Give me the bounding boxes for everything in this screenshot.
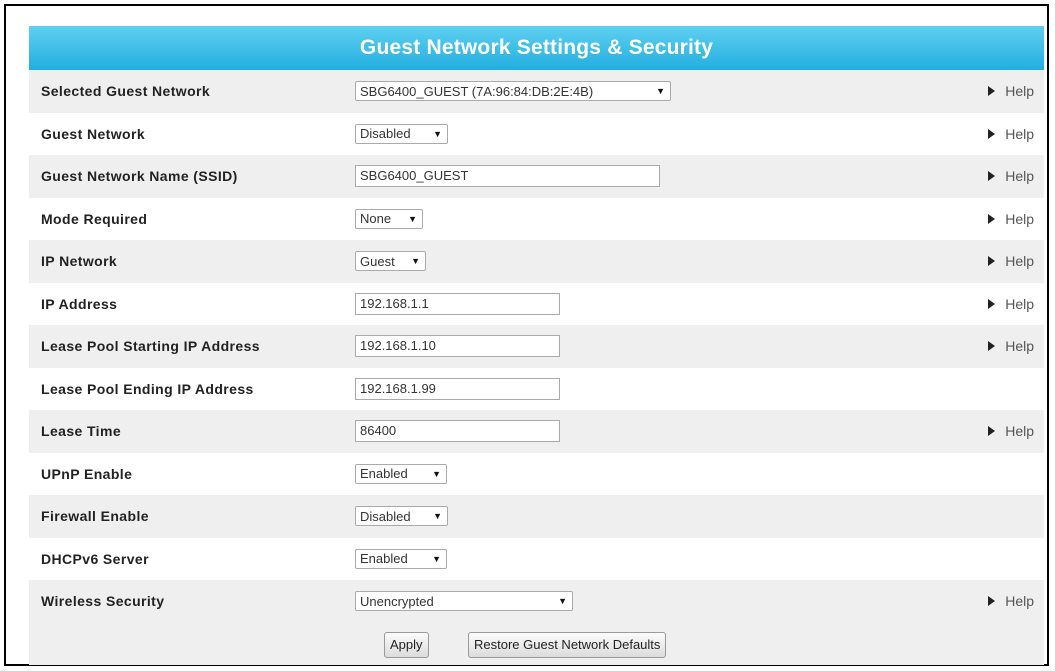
row-mode-required: Mode Required None ▼ Help [29, 197, 1044, 240]
row-guest-network: Guest Network Disabled ▼ Help [29, 112, 1044, 155]
guest-network-select[interactable]: Disabled ▼ [355, 123, 448, 144]
row-dhcpv6-server: DHCPv6 Server Enabled ▼ [29, 537, 1044, 580]
row-label: Guest Network [41, 125, 145, 142]
play-triangle-icon [988, 86, 996, 97]
row-label: Mode Required [41, 210, 148, 227]
button-row: Apply Restore Guest Network Defaults [29, 622, 1044, 665]
row-label: IP Address [41, 295, 118, 312]
selected-guest-network-select[interactable]: SBG6400_GUEST (7A:96:84:DB:2E:4B) ▼ [355, 81, 671, 102]
dropdown-arrow-icon: ▼ [433, 128, 442, 139]
row-label: Wireless Security [41, 593, 165, 610]
row-label: IP Network [41, 253, 118, 270]
dropdown-arrow-icon: ▼ [432, 468, 441, 479]
ip-network-select[interactable]: Guest ▼ [355, 251, 426, 272]
help-link-ip-address[interactable]: Help [988, 296, 1034, 312]
row-lease-pool-start: Lease Pool Starting IP Address 192.168.1… [29, 325, 1044, 368]
row-label: Selected Guest Network [41, 83, 211, 100]
row-label: UPnP Enable [41, 465, 133, 482]
guest-network-panel: Guest Network Settings & Security Select… [29, 26, 1044, 671]
row-ip-network: IP Network Guest ▼ Help [29, 240, 1044, 283]
play-triangle-icon [988, 128, 996, 139]
row-label: Lease Pool Ending IP Address [41, 380, 254, 397]
play-triangle-icon [988, 426, 996, 437]
ssid-input[interactable]: SBG6400_GUEST [355, 165, 660, 188]
help-link-wireless-security[interactable]: Help [988, 593, 1034, 609]
page-title: Guest Network Settings & Security [29, 26, 1044, 70]
dropdown-arrow-icon: ▼ [408, 213, 417, 224]
row-ip-address: IP Address 192.168.1.1 Help [29, 282, 1044, 325]
dropdown-arrow-icon: ▼ [433, 511, 442, 522]
row-wireless-security: Wireless Security Unencrypted ▼ Help [29, 580, 1044, 623]
dhcpv6-server-select[interactable]: Enabled ▼ [355, 548, 447, 569]
ip-address-input[interactable]: 192.168.1.1 [355, 292, 560, 315]
help-link-lease-pool-start[interactable]: Help [988, 338, 1034, 354]
help-link-ip-network[interactable]: Help [988, 253, 1034, 269]
help-link-lease-time[interactable]: Help [988, 423, 1034, 439]
row-label: Guest Network Name (SSID) [41, 168, 238, 185]
row-lease-pool-end: Lease Pool Ending IP Address 192.168.1.9… [29, 367, 1044, 410]
upnp-enable-select[interactable]: Enabled ▼ [355, 463, 447, 484]
lease-pool-end-input[interactable]: 192.168.1.99 [355, 377, 560, 400]
apply-button[interactable]: Apply [384, 631, 429, 658]
play-triangle-icon [988, 171, 996, 182]
help-link-guest-network[interactable]: Help [988, 126, 1034, 142]
dropdown-arrow-icon: ▼ [656, 86, 665, 97]
dropdown-arrow-icon: ▼ [432, 553, 441, 564]
play-triangle-icon [988, 256, 996, 267]
row-label: Lease Time [41, 423, 122, 440]
play-triangle-icon [988, 298, 996, 309]
help-link-mode-required[interactable]: Help [988, 211, 1034, 227]
dropdown-arrow-icon: ▼ [558, 596, 567, 607]
lease-pool-start-input[interactable]: 192.168.1.10 [355, 335, 560, 358]
wireless-security-select[interactable]: Unencrypted ▼ [355, 591, 573, 612]
restore-defaults-button[interactable]: Restore Guest Network Defaults [468, 631, 667, 658]
play-triangle-icon [988, 341, 996, 352]
row-lease-time: Lease Time 86400 Help [29, 410, 1044, 453]
firewall-enable-select[interactable]: Disabled ▼ [355, 506, 448, 527]
row-label: Lease Pool Starting IP Address [41, 338, 260, 355]
row-guest-network-name: Guest Network Name (SSID) SBG6400_GUEST … [29, 155, 1044, 198]
row-selected-guest-network: Selected Guest Network SBG6400_GUEST (7A… [29, 70, 1044, 113]
play-triangle-icon [988, 213, 996, 224]
help-link-selected-guest-network[interactable]: Help [988, 83, 1034, 99]
dropdown-arrow-icon: ▼ [411, 256, 420, 267]
row-label: DHCPv6 Server [41, 550, 149, 567]
row-label: Firewall Enable [41, 508, 149, 525]
row-firewall-enable: Firewall Enable Disabled ▼ [29, 495, 1044, 538]
play-triangle-icon [988, 596, 996, 607]
mode-required-select[interactable]: None ▼ [355, 208, 423, 229]
help-link-ssid[interactable]: Help [988, 168, 1034, 184]
window-frame: Guest Network Settings & Security Select… [4, 4, 1049, 666]
row-upnp-enable: UPnP Enable Enabled ▼ [29, 452, 1044, 495]
lease-time-input[interactable]: 86400 [355, 420, 560, 443]
